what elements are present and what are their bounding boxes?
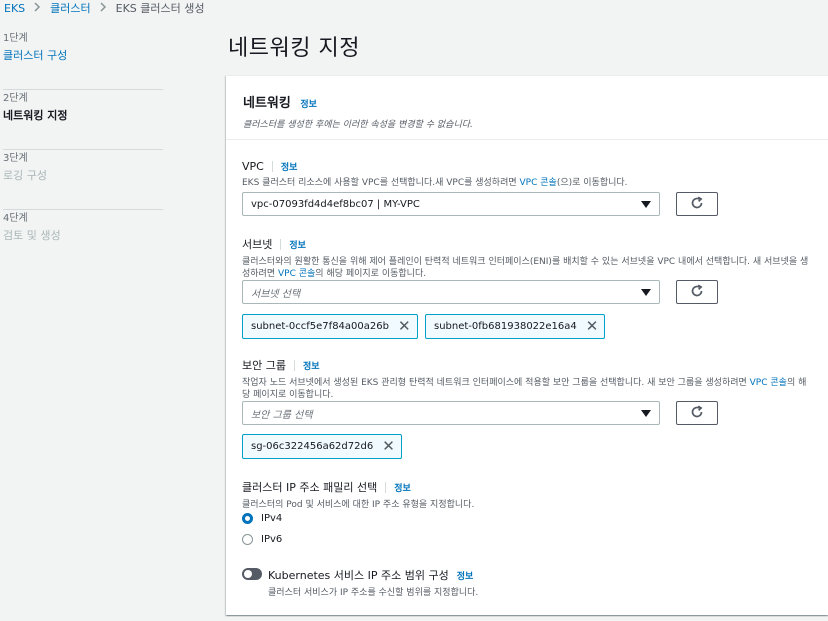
chevron-right-icon [100,1,107,15]
divider [293,359,295,371]
security-group-token: sg-06c322456a62d72d6 ✕ [242,434,402,459]
step-number: 4단계 [3,213,28,224]
step-label-logging: 로깅 구성 [3,169,47,182]
step-3: 3단계 로깅 구성 [3,150,163,210]
subnet-info-link[interactable]: 정보 [289,238,306,251]
panel-description: 클러스터를 생성한 후에는 이러한 속성을 변경할 수 없습니다. [243,120,473,130]
vpc-console-link[interactable]: VPC 콘솔 [278,269,315,279]
subnet-label: 서브넷 [242,238,273,251]
subnet-token-label: subnet-0fb681938022e16a4 [434,321,577,332]
radio-button-selected[interactable] [242,513,253,524]
security-group-label: 보안 그룹 [242,359,286,372]
close-icon[interactable]: ✕ [382,439,395,454]
vpc-console-link[interactable]: VPC 콘솔 [750,378,787,388]
security-group-field: 보안 그룹 정보 작업자 노드 서브넷에서 생성된 EKS 관리형 탄력적 네트… [242,357,812,401]
vpc-label: VPC [242,160,264,173]
vpc-description: EKS 클러스터 리소스에 사용할 VPC를 선택합니다.새 VPC를 생성하려… [242,177,812,189]
step-number: 2단계 [3,93,28,104]
vpc-desc-suffix: (으)로 이동합니다. [556,178,628,188]
divider [271,161,273,172]
k8s-ip-range-description: 클러스터 서비스가 IP 주소를 수신할 범위를 지정합니다. [268,588,479,598]
info-link[interactable]: 정보 [300,100,317,110]
refresh-icon [690,405,704,422]
radio-label: IPv6 [261,534,283,545]
vpc-console-link[interactable]: VPC 콘솔 [520,178,557,188]
vpc-desc-text: EKS 클러스터 리소스에 사용할 VPC를 선택합니다.새 VPC를 생성하려… [242,178,520,188]
step-number: 3단계 [3,153,28,164]
breadcrumb-clusters-link[interactable]: 클러스터 [50,0,90,16]
vpc-info-link[interactable]: 정보 [281,160,298,173]
subnet-token: subnet-0fb681938022e16a4 ✕ [425,314,606,339]
ip-family-info-link[interactable]: 정보 [394,481,411,494]
sg-desc-text: 작업자 노드 서브넷에서 생성된 EKS 관리형 탄력적 네트워크 인터페이스에… [242,378,750,388]
page-title: 네트워킹 지정 [228,36,360,61]
security-group-token-label: sg-06c322456a62d72d6 [251,441,374,452]
divider [280,238,282,250]
step-label-networking: 네트워킹 지정 [3,109,68,122]
divider [385,481,387,493]
wizard-steps: 1단계 클러스터 구성 2단계 네트워킹 지정 3단계 로깅 구성 4단계 검토… [3,30,163,270]
k8s-ip-range-info-link[interactable]: 정보 [457,569,474,582]
k8s-ip-range-field: Kubernetes 서비스 IP 주소 범위 구성 정보 클러스터 서비스가 … [268,567,808,599]
panel-title: 네트워킹 [243,96,291,111]
k8s-ip-range-toggle[interactable] [242,568,262,580]
caret-down-icon [641,289,651,296]
close-icon[interactable]: ✕ [398,319,411,334]
subnet-desc-suffix: 의 해당 페이지로 이동합니다. [315,269,427,279]
step-label-review: 검토 및 생성 [3,229,61,242]
radio-ipv6[interactable]: IPv6 [242,534,282,545]
ip-family-description: 클러스터의 Pod 및 서비스에 대한 IP 주소 유형을 지정합니다. [242,500,475,510]
radio-ipv4[interactable]: IPv4 [242,513,282,524]
refresh-icon [690,196,704,213]
security-group-placeholder: 보안 그룹 선택 [251,409,313,421]
subnet-token-label: subnet-0ccf5e7f84a00a26b [251,321,389,332]
step-number: 1단계 [3,33,28,44]
subnet-select[interactable]: 서브넷 선택 [242,280,660,304]
breadcrumb-current: EKS 클러스터 생성 [115,2,205,15]
vpc-selected-value: vpc-07093fd4d4ef8bc07 | MY-VPC [251,198,420,210]
step-1: 1단계 클러스터 구성 [3,30,163,90]
breadcrumb: EKS 클러스터 EKS 클러스터 생성 [4,0,205,16]
ip-family-label: 클러스터 IP 주소 패밀리 선택 [242,481,378,494]
vpc-field: VPC 정보 EKS 클러스터 리소스에 사용할 VPC를 선택합니다.새 VP… [242,160,812,189]
security-group-info-link[interactable]: 정보 [303,359,320,372]
caret-down-icon [641,201,651,208]
subnet-placeholder: 서브넷 선택 [251,288,301,300]
subnet-refresh-button[interactable] [676,280,718,304]
k8s-ip-range-label: Kubernetes 서비스 IP 주소 범위 구성 [268,569,449,582]
networking-panel: 네트워킹 정보 클러스터를 생성한 후에는 이러한 속성을 변경할 수 없습니다… [226,75,828,615]
refresh-icon [690,284,704,301]
step-2: 2단계 네트워킹 지정 [3,90,163,150]
subnet-field: 서브넷 정보 클러스터와의 원활한 통신을 위해 제어 플레인이 탄력적 네트워… [242,236,812,280]
security-group-refresh-button[interactable] [676,401,718,425]
ip-family-field: 클러스터 IP 주소 패밀리 선택 정보 클러스터의 Pod 및 서비스에 대한… [242,479,812,511]
breadcrumb-eks-link[interactable]: EKS [4,2,25,15]
subnet-description: 클러스터와의 원활한 통신을 위해 제어 플레인이 탄력적 네트워크 인터페이스… [242,256,812,280]
close-icon[interactable]: ✕ [586,319,599,334]
security-group-description: 작업자 노드 서브넷에서 생성된 EKS 관리형 탄력적 네트워크 인터페이스에… [242,377,812,401]
caret-down-icon [641,410,651,417]
radio-label: IPv4 [261,513,283,524]
vpc-select[interactable]: vpc-07093fd4d4ef8bc07 | MY-VPC [242,192,660,216]
subnet-token: subnet-0ccf5e7f84a00a26b ✕ [242,314,418,339]
security-group-select[interactable]: 보안 그룹 선택 [242,401,660,425]
vpc-refresh-button[interactable] [676,192,718,216]
panel-header: 네트워킹 정보 클러스터를 생성한 후에는 이러한 속성을 변경할 수 없습니다… [226,76,828,140]
step-4: 4단계 검토 및 생성 [3,210,163,270]
radio-button[interactable] [242,534,253,545]
chevron-right-icon [34,1,41,15]
step-label-configure-cluster[interactable]: 클러스터 구성 [3,48,163,64]
